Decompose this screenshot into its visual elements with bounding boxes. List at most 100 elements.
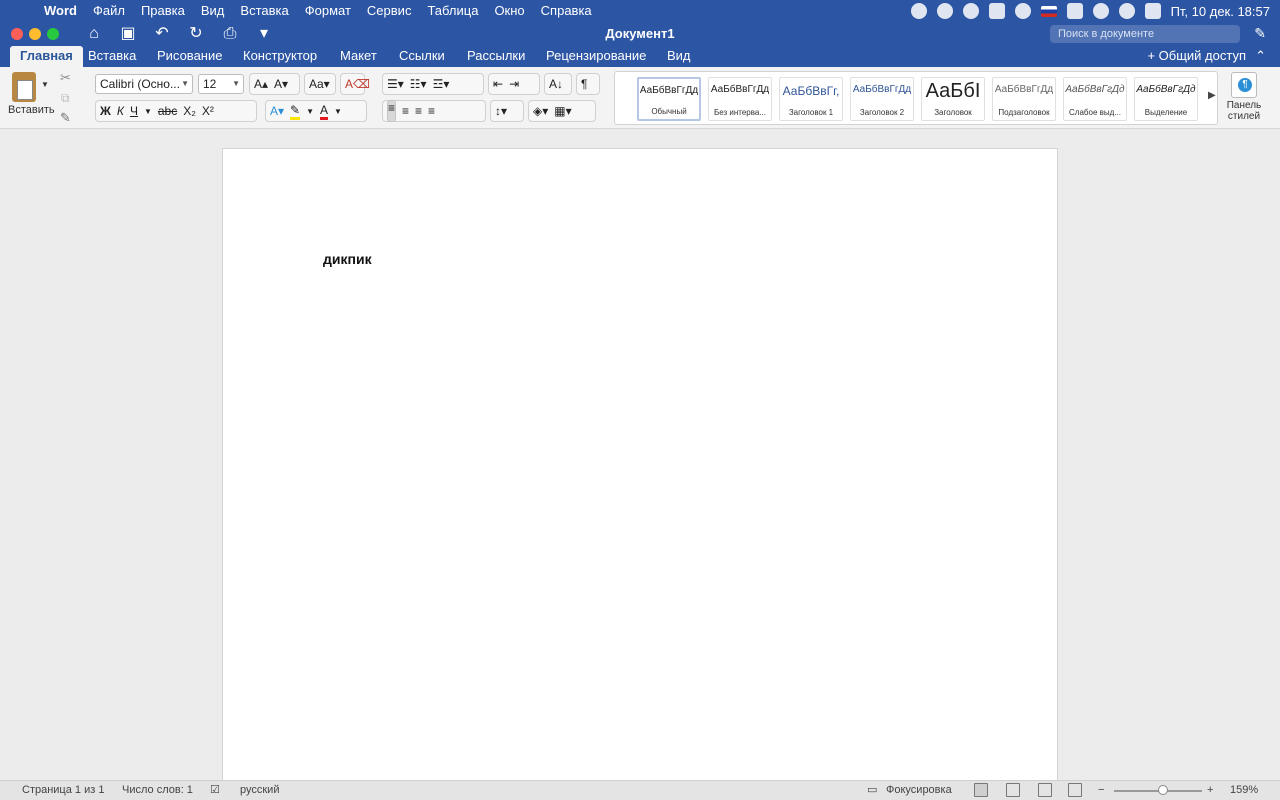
customize-toolbar-icon[interactable]: ▾ [254, 24, 274, 44]
control-center-icon[interactable] [1144, 3, 1161, 19]
focus-mode-icon[interactable]: ▭ [867, 781, 877, 800]
zoom-level[interactable]: 159% [1230, 781, 1258, 800]
tab-home[interactable]: Главная [10, 46, 83, 67]
style-subtitle[interactable]: АаБбВвГгДд Подзаголовок [992, 77, 1056, 121]
decrease-indent-icon[interactable]: ⇤ [493, 77, 503, 91]
strikethrough-button[interactable]: abc [158, 104, 177, 118]
style-normal[interactable]: АаБбВвГгДд Обычный [637, 77, 701, 121]
draft-view-icon[interactable] [1068, 783, 1082, 797]
grow-font-icon[interactable]: A▴ [254, 77, 268, 91]
underline-chevron-icon[interactable]: ▼ [144, 107, 152, 116]
wifi-icon[interactable] [1092, 3, 1109, 19]
styles-pane-button[interactable]: Панель стилей [1222, 72, 1266, 128]
close-window-icon[interactable] [11, 28, 23, 40]
tab-references[interactable]: Ссылки [389, 46, 455, 67]
home-icon[interactable]: ⌂ [84, 24, 104, 44]
redo-icon[interactable]: ↻ [186, 24, 206, 44]
tab-insert[interactable]: Вставка [78, 46, 146, 67]
print-layout-view-icon[interactable] [974, 783, 988, 797]
menu-app-word[interactable]: Word [36, 0, 85, 22]
sort-icon[interactable]: A↓ [549, 77, 563, 91]
menu-file[interactable]: Файл [85, 0, 133, 22]
minimize-window-icon[interactable] [29, 28, 41, 40]
document-body-text[interactable]: дикпик [323, 251, 372, 267]
subscript-button[interactable]: X₂ [183, 104, 196, 118]
menu-table[interactable]: Таблица [419, 0, 486, 22]
word-count[interactable]: Число слов: 1 [122, 781, 193, 800]
highlight-color-icon[interactable]: ✎ [290, 103, 301, 120]
paste-options-chevron-icon[interactable]: ▼ [41, 80, 49, 89]
upwork-icon[interactable] [962, 3, 979, 19]
battery-icon[interactable] [1066, 3, 1083, 19]
align-left-icon[interactable]: ≡ [387, 100, 397, 122]
italic-button[interactable]: К [117, 104, 124, 118]
proofing-icon[interactable]: ☑ [210, 781, 220, 800]
collapse-ribbon-icon[interactable]: ⌃ [1255, 46, 1266, 66]
input-language-flag-icon[interactable] [1040, 5, 1057, 17]
justify-icon[interactable]: ≡ [428, 104, 435, 118]
document-search-input[interactable]: Поиск в документе [1050, 25, 1240, 43]
multilevel-list-icon[interactable]: ☲▾ [433, 77, 450, 91]
undo-icon[interactable]: ↶ [152, 24, 172, 44]
align-right-icon[interactable]: ≡ [415, 104, 422, 118]
bold-button[interactable]: Ж [100, 104, 111, 118]
shading-icon[interactable]: ◈▾ [533, 104, 548, 118]
menu-tools[interactable]: Сервис [359, 0, 420, 22]
numbering-icon[interactable]: ☷▾ [410, 77, 427, 91]
shrink-font-icon[interactable]: A▾ [274, 77, 288, 91]
font-size-select[interactable]: 12 ▼ [198, 74, 244, 94]
share-button[interactable]: + Общий доступ [1147, 46, 1246, 66]
menu-edit[interactable]: Правка [133, 0, 193, 22]
tab-view[interactable]: Вид [657, 46, 701, 67]
zoom-window-icon[interactable] [47, 28, 59, 40]
copy-icon[interactable]: ⧉ [61, 91, 70, 106]
style-heading-1[interactable]: АаБбВвГг, Заголовок 1 [779, 77, 843, 121]
format-painter-icon[interactable]: ✎ [60, 110, 71, 126]
menubar-clock[interactable]: Пт, 10 дек. 18:57 [1171, 4, 1270, 19]
align-center-icon[interactable]: ≡ [402, 104, 409, 118]
superscript-button[interactable]: X² [202, 104, 214, 118]
style-heading-2[interactable]: АаБбВвГгДд Заголовок 2 [850, 77, 914, 121]
document-page[interactable]: дикпик [222, 148, 1058, 788]
zoom-out-button[interactable]: − [1098, 781, 1104, 800]
viber-icon[interactable] [910, 3, 927, 19]
cut-scissors-icon[interactable]: ✂ [60, 70, 71, 86]
paste-clipboard-icon[interactable] [12, 72, 36, 102]
style-emphasis[interactable]: АаБбВвГгДд Выделение [1134, 77, 1198, 121]
menu-help[interactable]: Справка [533, 0, 600, 22]
feedback-icon[interactable]: ✎ [1254, 25, 1266, 42]
style-title[interactable]: АаБбІ Заголовок [921, 77, 985, 121]
language-indicator[interactable]: русский [240, 781, 279, 800]
outline-view-icon[interactable] [1038, 783, 1052, 797]
save-icon[interactable]: ▣ [118, 24, 138, 44]
zoom-in-button[interactable]: + [1207, 781, 1213, 800]
font-color-icon[interactable]: A [320, 103, 329, 120]
web-layout-view-icon[interactable] [1006, 783, 1020, 797]
line-spacing-icon[interactable]: ↕▾ [495, 104, 507, 118]
menu-window[interactable]: Окно [486, 0, 532, 22]
style-no-spacing[interactable]: АаБбВвГгДд Без интерва... [708, 77, 772, 121]
font-color-chevron-icon[interactable]: ▼ [334, 107, 342, 116]
style-subtle-emphasis[interactable]: АаБбВвГгДд Слабое выд... [1063, 77, 1127, 121]
menu-format[interactable]: Формат [297, 0, 359, 22]
menu-insert[interactable]: Вставка [232, 0, 296, 22]
telegram-icon[interactable] [936, 3, 953, 19]
text-effects-icon[interactable]: A▾ [270, 104, 284, 118]
change-case-icon[interactable]: Aa▾ [309, 77, 330, 91]
menu-view[interactable]: Вид [193, 0, 233, 22]
tab-mailings[interactable]: Рассылки [457, 46, 535, 67]
bullets-icon[interactable]: ☰▾ [387, 77, 404, 91]
spotlight-search-icon[interactable] [1118, 3, 1135, 19]
vpn-icon[interactable] [988, 3, 1005, 19]
borders-icon[interactable]: ▦▾ [554, 104, 571, 118]
print-icon[interactable]: ⎙ [220, 24, 240, 44]
tab-draw[interactable]: Рисование [147, 46, 232, 67]
highlight-chevron-icon[interactable]: ▼ [306, 107, 314, 116]
zoom-slider-handle[interactable] [1158, 785, 1168, 795]
increase-indent-icon[interactable]: ⇥ [509, 77, 519, 91]
clear-formatting-icon[interactable]: A⌫ [345, 77, 370, 91]
play-icon[interactable] [1014, 3, 1031, 19]
page-count[interactable]: Страница 1 из 1 [22, 781, 104, 800]
styles-next-arrow-icon[interactable]: ▶ [1208, 90, 1216, 101]
focus-mode-label[interactable]: Фокусировка [886, 781, 952, 800]
